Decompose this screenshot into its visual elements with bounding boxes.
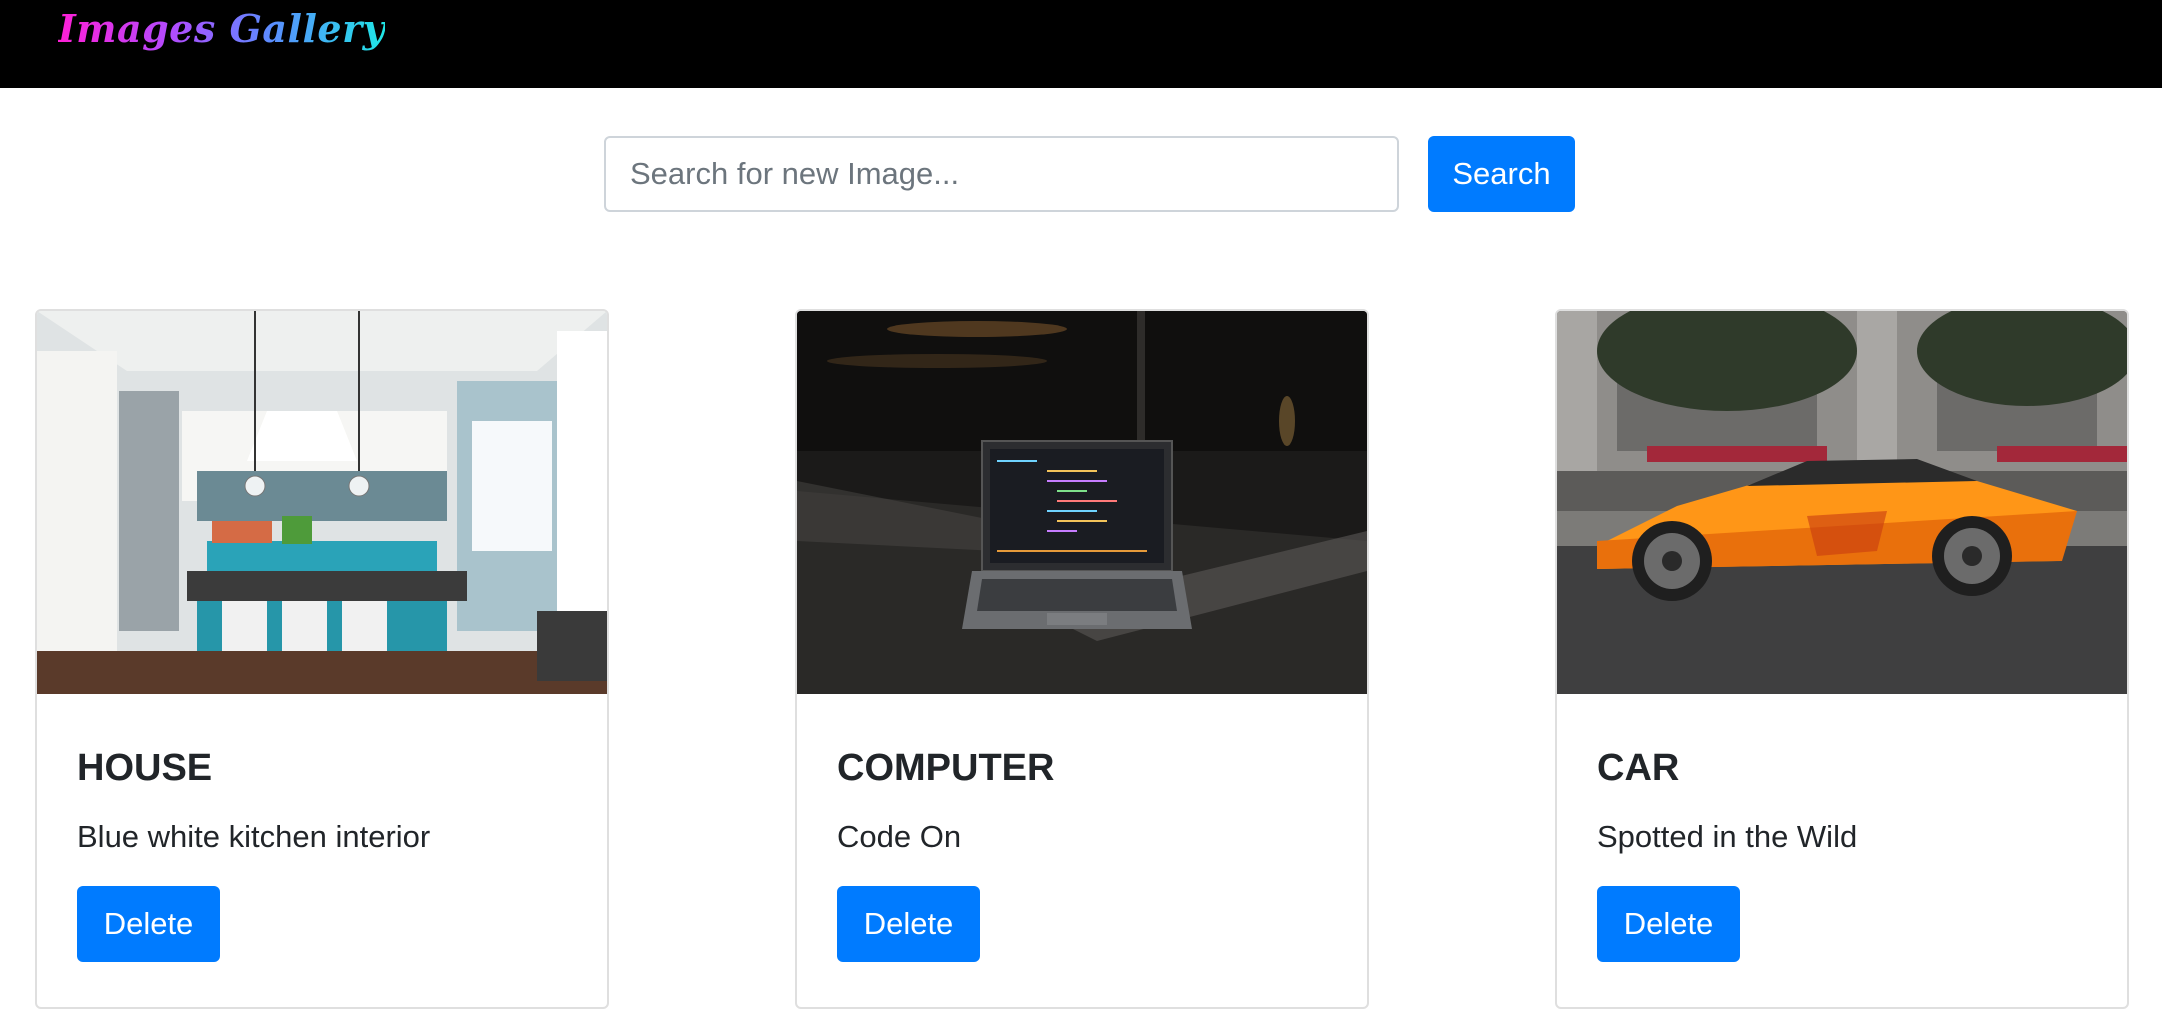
brand-logo[interactable]: Images Gallery <box>58 4 385 54</box>
car-image <box>1557 311 2127 694</box>
laptop-image <box>797 311 1367 694</box>
kitchen-image <box>37 311 607 694</box>
image-card: CAR Spotted in the Wild Delete <box>1555 309 2129 1009</box>
card-description: Blue white kitchen interior <box>77 819 431 854</box>
image-card: HOUSE Blue white kitchen interior Delete <box>35 309 609 1009</box>
delete-button[interactable]: Delete <box>77 886 220 962</box>
card-title: CAR <box>1597 747 1680 789</box>
card-title: HOUSE <box>77 747 213 789</box>
search-button[interactable]: Search <box>1428 136 1575 212</box>
delete-button[interactable]: Delete <box>1597 886 1740 962</box>
navbar: Images Gallery <box>0 0 2162 88</box>
delete-button[interactable]: Delete <box>837 886 980 962</box>
search-form: Search <box>0 136 2162 212</box>
card-description: Spotted in the Wild <box>1597 819 1858 854</box>
image-card: COMPUTER Code On Delete <box>795 309 1369 1009</box>
card-title: COMPUTER <box>837 747 1055 789</box>
card-description: Code On <box>837 819 962 854</box>
search-input[interactable] <box>604 136 1399 212</box>
